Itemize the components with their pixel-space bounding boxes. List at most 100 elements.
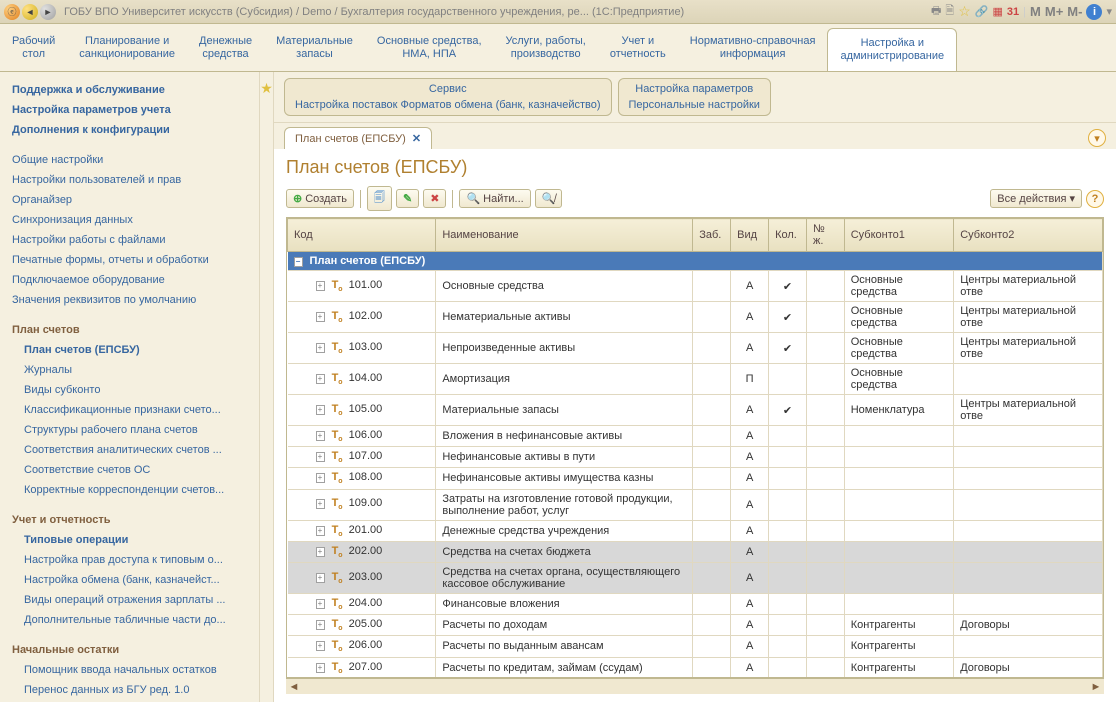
sidebar-link[interactable]: Соответствие счетов ОС <box>12 460 259 480</box>
table-row[interactable]: + Tо 207.00Расчеты по кредитам, займам (… <box>288 657 1103 678</box>
sidebar-link[interactable]: Настройка параметров учета <box>12 100 259 120</box>
nav-tabs: Рабочий стол Планирование и санкциониров… <box>0 24 1116 72</box>
sidebar-link-active[interactable]: План счетов (ЕПСБУ) <box>12 340 259 360</box>
dropdown-icon[interactable]: ▾ <box>1106 5 1112 18</box>
nav-forward-icon[interactable]: ► <box>40 4 56 20</box>
sidebar-link[interactable]: Настройки пользователей и прав <box>12 170 259 190</box>
app-logo-icon[interactable]: ⓔ <box>4 4 20 20</box>
m-plus-button[interactable]: M+ <box>1045 4 1063 19</box>
close-icon[interactable]: ✕ <box>412 132 421 145</box>
col-header-zab[interactable]: Заб. <box>693 219 731 252</box>
star-icon[interactable]: ★ <box>260 80 273 97</box>
help-icon[interactable]: ? <box>1086 190 1104 208</box>
print-icon[interactable]: 🖶 <box>931 2 941 21</box>
preview-icon[interactable]: 🗎 <box>945 2 954 21</box>
col-header-sub1[interactable]: Субконто1 <box>844 219 954 252</box>
nav-tab-materials[interactable]: Материальные запасы <box>264 24 365 71</box>
sidebar-link[interactable]: Классификационные признаки счето... <box>12 400 259 420</box>
table-row[interactable]: + Tо 103.00Непроизведенные активыА✔Основ… <box>288 333 1103 364</box>
table-row[interactable]: + Tо 109.00Затраты на изготовление готов… <box>288 489 1103 520</box>
clear-search-button[interactable]: 🔍̸ <box>535 189 563 208</box>
table-row[interactable]: + Tо 205.00Расчеты по доходамАКонтрагент… <box>288 615 1103 636</box>
sidebar-link[interactable]: Типовые операции <box>12 530 259 550</box>
calendar-icon[interactable]: 31 <box>1007 6 1019 18</box>
table-row[interactable]: + Tо 206.00Расчеты по выданным авансамАК… <box>288 636 1103 657</box>
document-tab[interactable]: План счетов (ЕПСБУ) ✕ <box>284 127 432 149</box>
nav-tab-planning[interactable]: Планирование и санкционирование <box>67 24 187 71</box>
sidebar-handle[interactable]: ★ <box>260 72 274 702</box>
table-row[interactable]: + Tо 107.00Нефинансовые активы в путиА <box>288 447 1103 468</box>
sidebar-link[interactable]: Дополнительные табличные части до... <box>12 610 259 630</box>
col-header-sub2[interactable]: Субконто2 <box>954 219 1103 252</box>
create-button[interactable]: ⊕Создать <box>286 189 354 208</box>
col-header-nzh[interactable]: № ж. <box>806 219 844 252</box>
sidebar-link[interactable]: Общие настройки <box>12 150 259 170</box>
sidebar-link[interactable]: Соответствия аналитических счетов ... <box>12 440 259 460</box>
sidebar-link[interactable]: Синхронизация данных <box>12 210 259 230</box>
grid-group-row[interactable]: − План счетов (ЕПСБУ) <box>288 252 1103 271</box>
table-row[interactable]: + Tо 203.00Средства на счетах органа, ос… <box>288 562 1103 593</box>
table-row[interactable]: + Tо 202.00Средства на счетах бюджетаА <box>288 541 1103 562</box>
nav-tab-accounting[interactable]: Учет и отчетность <box>598 24 678 71</box>
table-row[interactable]: + Tо 108.00Нефинансовые активы имущества… <box>288 468 1103 489</box>
nav-tab-money[interactable]: Денежные средства <box>187 24 264 71</box>
m-minus-button[interactable]: M- <box>1067 4 1082 19</box>
find-button[interactable]: 🔍Найти... <box>459 189 530 208</box>
edit-button[interactable]: ✎ <box>396 189 419 208</box>
service-box-title: Настройка параметров <box>629 81 760 97</box>
grid[interactable]: Код Наименование Заб. Вид Кол. № ж. Субк… <box>286 217 1104 678</box>
sidebar-link[interactable]: Органайзер <box>12 190 259 210</box>
scroll-right-icon[interactable]: ► <box>1088 681 1104 693</box>
all-actions-button[interactable]: Все действия ▾ <box>990 189 1082 208</box>
sidebar-link[interactable]: Значения реквизитов по умолчанию <box>12 290 259 310</box>
favorite-icon[interactable]: ☆ <box>958 3 971 20</box>
sidebar-link[interactable]: Корректные корреспонденции счетов... <box>12 480 259 500</box>
table-row[interactable]: + Tо 102.00Нематериальные активыА✔Основн… <box>288 302 1103 333</box>
col-header-code[interactable]: Код <box>288 219 436 252</box>
sidebar-link[interactable]: Настройка прав доступа к типовым о... <box>12 550 259 570</box>
calc-icon[interactable]: ▦ <box>993 5 1003 18</box>
sidebar-link[interactable]: Настройка обмена (банк, казначейст... <box>12 570 259 590</box>
table-row[interactable]: + Tо 106.00Вложения в нефинансовые актив… <box>288 426 1103 447</box>
col-header-kol[interactable]: Кол. <box>769 219 807 252</box>
table-row[interactable]: + Tо 104.00АмортизацияПОсновные средства <box>288 364 1103 395</box>
nav-tab-reference[interactable]: Нормативно-справочная информация <box>678 24 828 71</box>
sidebar-link[interactable]: Структуры рабочего плана счетов <box>12 420 259 440</box>
sidebar-link[interactable]: Настройки работы с файлами <box>12 230 259 250</box>
col-header-name[interactable]: Наименование <box>436 219 693 252</box>
copy-button[interactable]: 🗐 <box>367 186 392 211</box>
nav-back-icon[interactable]: ◄ <box>22 4 38 20</box>
table-row[interactable]: + Tо 204.00Финансовые вложенияА <box>288 593 1103 614</box>
table-row[interactable]: + Tо 105.00Материальные запасыА✔Номенкла… <box>288 395 1103 426</box>
plus-icon: ⊕ <box>293 192 302 205</box>
table-row[interactable]: + Tо 201.00Денежные средства учрежденияА <box>288 520 1103 541</box>
nav-tab-assets[interactable]: Основные средства, НМА, НПА <box>365 24 494 71</box>
sidebar-link[interactable]: Помощник ввода начальных остатков <box>12 660 259 680</box>
service-box-sub[interactable]: Настройка поставок Форматов обмена (банк… <box>295 97 601 113</box>
nav-tab-services[interactable]: Услуги, работы, производство <box>494 24 598 71</box>
toolbar: ⊕Создать 🗐 ✎ ✖ 🔍Найти... 🔍̸ Все действия… <box>286 186 1104 211</box>
nav-tab-desktop[interactable]: Рабочий стол <box>0 24 67 71</box>
expand-icon[interactable]: ▾ <box>1088 129 1106 147</box>
sidebar-link[interactable]: Журналы <box>12 360 259 380</box>
sidebar-link[interactable]: Виды операций отражения зарплаты ... <box>12 590 259 610</box>
horizontal-scrollbar[interactable]: ◄ ► <box>286 678 1104 694</box>
sidebar-link[interactable]: Поддержка и обслуживание <box>12 80 259 100</box>
sidebar-link[interactable]: Дополнения к конфигурации <box>12 120 259 140</box>
m-button[interactable]: M <box>1030 4 1041 19</box>
col-header-vid[interactable]: Вид <box>731 219 769 252</box>
delete-button[interactable]: ✖ <box>423 189 446 208</box>
sidebar-link[interactable]: Печатные формы, отчеты и обработки <box>12 250 259 270</box>
table-row[interactable]: + Tо 101.00Основные средстваА✔Основные с… <box>288 271 1103 302</box>
grid-header-row: Код Наименование Заб. Вид Кол. № ж. Субк… <box>288 219 1103 252</box>
sidebar-link[interactable]: Виды субконто <box>12 380 259 400</box>
service-box-sub[interactable]: Персональные настройки <box>629 97 760 113</box>
link-icon[interactable]: 🔗 <box>975 5 989 18</box>
sidebar-link[interactable]: Подключаемое оборудование <box>12 270 259 290</box>
service-box-1[interactable]: Сервис Настройка поставок Форматов обмен… <box>284 78 612 116</box>
service-box-2[interactable]: Настройка параметров Персональные настро… <box>618 78 771 116</box>
info-icon[interactable]: i <box>1086 4 1102 20</box>
scroll-left-icon[interactable]: ◄ <box>286 681 302 693</box>
sidebar-link[interactable]: Перенос данных из БГУ ред. 1.0 <box>12 680 259 700</box>
nav-tab-settings[interactable]: Настройка и администрирование <box>827 28 957 71</box>
